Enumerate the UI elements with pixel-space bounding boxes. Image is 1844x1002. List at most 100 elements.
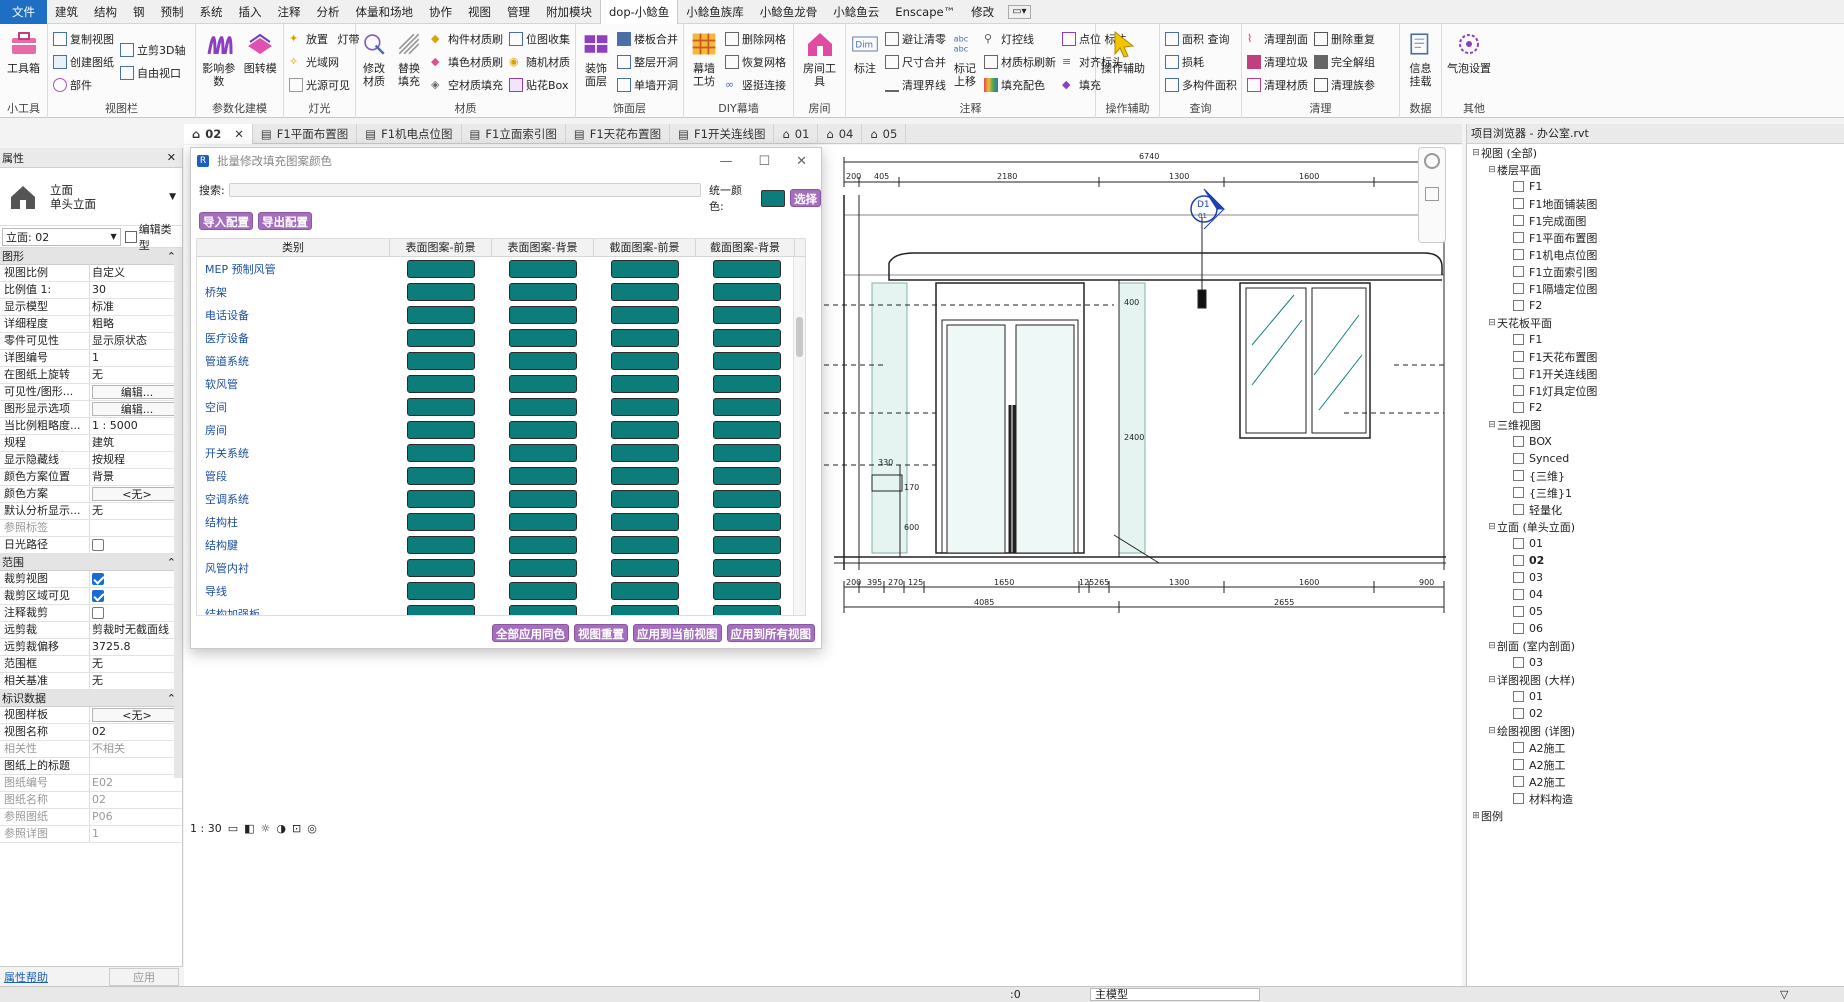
- detail-level-icon[interactable]: ▭: [228, 822, 238, 835]
- color-swatch-button[interactable]: [407, 466, 475, 485]
- color-swatch-button[interactable]: [509, 282, 577, 301]
- expand-toggle-icon[interactable]: ⊞: [1471, 811, 1481, 821]
- property-value[interactable]: [90, 537, 182, 553]
- view-scale[interactable]: 1 : 30: [190, 822, 222, 835]
- browser-node[interactable]: ⊟ 三维视图: [1467, 416, 1844, 433]
- property-edit-button[interactable]: <无>: [92, 487, 180, 501]
- color-swatch-button[interactable]: [611, 282, 679, 301]
- avoid-reset-button[interactable]: 避让清零: [885, 29, 946, 49]
- browser-node[interactable]: A2施工: [1467, 739, 1844, 756]
- property-value[interactable]: 1: [90, 350, 182, 366]
- color-swatch-button[interactable]: [611, 397, 679, 416]
- search-input[interactable]: [228, 183, 701, 197]
- browser-node[interactable]: 01: [1467, 688, 1844, 705]
- bitmap-collect-button[interactable]: 位图收集: [509, 29, 570, 49]
- property-value[interactable]: 1 : 5000: [90, 418, 182, 434]
- ribbon-tab-17[interactable]: 小鲶鱼云: [825, 0, 887, 24]
- sun-path-icon[interactable]: ☼: [261, 822, 271, 835]
- ribbon-tab-8[interactable]: 分析: [309, 0, 348, 24]
- color-swatch-button[interactable]: [611, 374, 679, 393]
- browser-node[interactable]: 02: [1467, 552, 1844, 569]
- color-swatch-button[interactable]: [611, 489, 679, 508]
- property-value[interactable]: 02: [90, 724, 182, 740]
- random-material-button[interactable]: ◉ 随机材质: [509, 52, 570, 72]
- properties-scrollbar[interactable]: [174, 248, 182, 778]
- refresh-tag-button[interactable]: 材质标刷新: [984, 52, 1056, 72]
- view-tab[interactable]: ⌂ 01: [774, 124, 819, 144]
- assembly-button[interactable]: 部件: [53, 75, 114, 95]
- light-visible-button[interactable]: 光源可见: [289, 75, 360, 95]
- ribbon-tab-0[interactable]: 文件: [0, 0, 47, 24]
- color-swatch-button[interactable]: [713, 489, 781, 508]
- color-swatch-button[interactable]: [407, 374, 475, 393]
- property-value[interactable]: [90, 758, 182, 774]
- color-swatch-button[interactable]: [407, 581, 475, 600]
- view-tab[interactable]: ▤ F1立面索引图: [462, 124, 566, 144]
- ribbon-tab-15[interactable]: 小鲶鱼族库: [678, 0, 752, 24]
- ribbon-tab-4[interactable]: 预制: [153, 0, 192, 24]
- create-sheet-button[interactable]: 创建图纸: [53, 52, 114, 72]
- color-swatch-button[interactable]: [407, 604, 475, 615]
- color-swatch-button[interactable]: [611, 443, 679, 462]
- property-checkbox[interactable]: [92, 607, 104, 619]
- browser-node[interactable]: F1地面铺装图: [1467, 195, 1844, 212]
- properties-help-link[interactable]: 属性帮助: [4, 969, 48, 985]
- view-tab[interactable]: ▤ F1天花布置图: [566, 124, 671, 144]
- color-swatch-button[interactable]: [611, 351, 679, 370]
- property-edit-button[interactable]: 编辑...: [92, 385, 180, 399]
- expand-toggle-icon[interactable]: ⊟: [1471, 148, 1481, 158]
- color-swatch-button[interactable]: [407, 512, 475, 531]
- color-swatch-button[interactable]: [611, 420, 679, 439]
- ribbon-options-icon[interactable]: ▭▾: [1008, 4, 1031, 19]
- color-swatch-button[interactable]: [509, 535, 577, 554]
- browser-node[interactable]: ⊟ 视图 (全部): [1467, 144, 1844, 161]
- minimize-icon[interactable]: —: [719, 154, 732, 169]
- browser-node[interactable]: 04: [1467, 586, 1844, 603]
- color-swatch-button[interactable]: [509, 420, 577, 439]
- table-scrollbar[interactable]: [793, 257, 805, 615]
- browser-node[interactable]: A2施工: [1467, 756, 1844, 773]
- fill-brush-button[interactable]: ◆ 填色材质刷: [431, 52, 503, 72]
- ungroup-button[interactable]: 完全解组: [1314, 52, 1375, 72]
- delete-grid-button[interactable]: 删除网格: [725, 29, 786, 49]
- color-swatch-button[interactable]: [611, 259, 679, 278]
- browser-node[interactable]: F1天花布置图: [1467, 348, 1844, 365]
- ribbon-tab-1[interactable]: 建筑: [47, 0, 86, 24]
- browser-node[interactable]: ⊟ 剖面 (室内剖面): [1467, 637, 1844, 654]
- wall-opening-button[interactable]: 单墙开洞: [617, 75, 678, 95]
- color-swatch-button[interactable]: [611, 558, 679, 577]
- browser-node[interactable]: F1灯具定位图: [1467, 382, 1844, 399]
- clean-family-param-button[interactable]: 清理族参: [1314, 75, 1375, 95]
- scrollbar-thumb[interactable]: [796, 317, 803, 357]
- color-swatch-button[interactable]: [713, 351, 781, 370]
- color-swatch-button[interactable]: [713, 374, 781, 393]
- browser-node[interactable]: F1完成面图: [1467, 212, 1844, 229]
- color-swatch-button[interactable]: [713, 512, 781, 531]
- navigation-bar[interactable]: [1418, 147, 1446, 243]
- area-query-button[interactable]: 面积 查询: [1165, 29, 1237, 49]
- property-value[interactable]: 按规程: [90, 452, 182, 468]
- property-edit-button[interactable]: <无>: [92, 708, 180, 722]
- color-swatch-button[interactable]: [509, 466, 577, 485]
- color-swatch-button[interactable]: [713, 604, 781, 615]
- apply-button[interactable]: 应用: [109, 967, 179, 986]
- clean-section-button[interactable]: ⌇ 清理剖面: [1247, 29, 1308, 49]
- ribbon-tab-2[interactable]: 结构: [86, 0, 125, 24]
- color-swatch-button[interactable]: [611, 535, 679, 554]
- browser-node[interactable]: 05: [1467, 603, 1844, 620]
- ribbon-tab-5[interactable]: 系统: [192, 0, 231, 24]
- unify-color-swatch[interactable]: [761, 189, 785, 207]
- color-swatch-button[interactable]: [509, 558, 577, 577]
- color-swatch-button[interactable]: [407, 443, 475, 462]
- browser-node[interactable]: 01: [1467, 535, 1844, 552]
- browser-node[interactable]: 06: [1467, 620, 1844, 637]
- expand-toggle-icon[interactable]: ⊟: [1487, 641, 1497, 651]
- property-value[interactable]: 30: [90, 282, 182, 298]
- shadows-icon[interactable]: ◑: [276, 822, 286, 835]
- color-swatch-button[interactable]: [407, 305, 475, 324]
- property-value[interactable]: 无: [90, 367, 182, 383]
- color-swatch-button[interactable]: [713, 397, 781, 416]
- browser-node[interactable]: 02: [1467, 705, 1844, 722]
- browser-node[interactable]: A2施工: [1467, 773, 1844, 790]
- color-swatch-button[interactable]: [509, 512, 577, 531]
